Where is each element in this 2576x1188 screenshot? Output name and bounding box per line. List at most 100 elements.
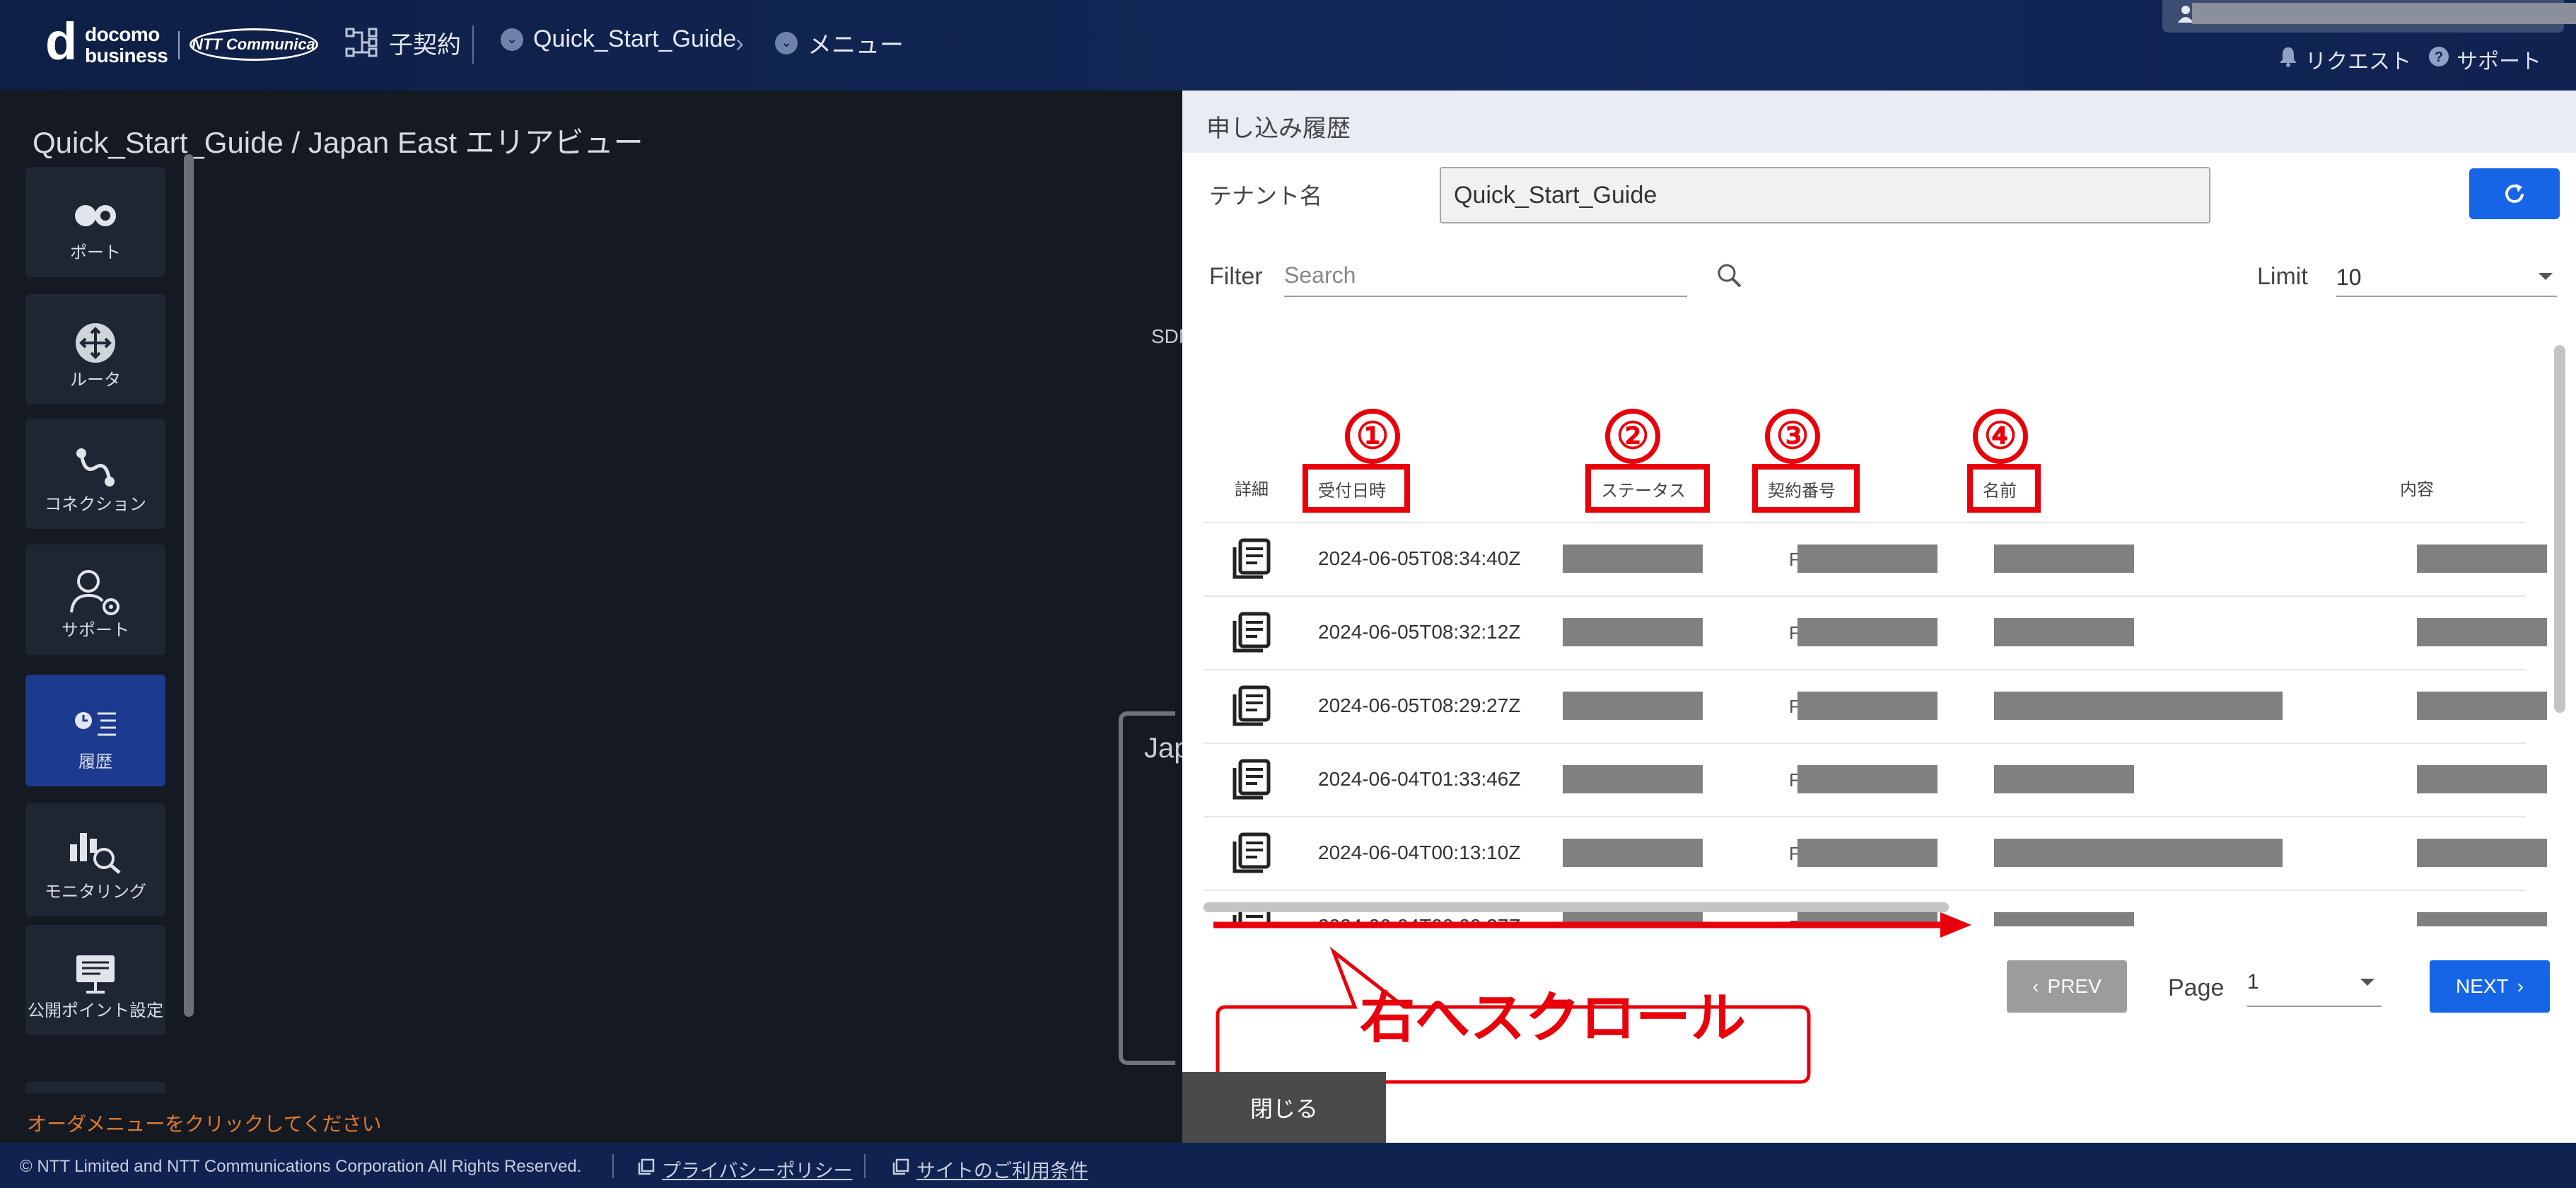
document-icon[interactable] [1230, 611, 1273, 653]
name-cell-masked [1994, 765, 2134, 793]
sidebar-item-label: サポート [62, 621, 129, 640]
copyright-text: © NTT Limited and NTT Communications Cor… [20, 1157, 582, 1176]
logo-line-1: docomo [85, 23, 160, 45]
received-at-cell: 2024-06-05T08:34:40Z [1318, 547, 1521, 569]
column-header-contract-no[interactable]: 契約番号 [1752, 464, 1860, 513]
public-point-icon [25, 949, 165, 998]
sidebar-item-router[interactable]: ルータ [25, 294, 165, 404]
footer: © NTT Limited and NTT Communications Cor… [0, 1143, 2576, 1188]
column-header-detail: 詳細 [1235, 480, 1269, 499]
content-cell-masked [2417, 544, 2547, 573]
port-icon [25, 191, 165, 240]
limit-label: Limit [2257, 263, 2308, 290]
bell-icon [2278, 46, 2298, 73]
footer-divider [612, 1154, 614, 1178]
table-row[interactable]: 2024-06-04T00:13:10Z F [1204, 817, 2547, 890]
close-button[interactable]: 閉じる [1182, 1072, 1386, 1143]
sidebar-item-public-point[interactable]: 公開ポイント設定 [25, 925, 165, 1035]
status-cell-masked [1563, 618, 1703, 646]
sidebar-item-history[interactable]: 履歴 [25, 675, 165, 786]
contract-label: 子契約 [389, 32, 461, 59]
sidebar: ポート ルータ コネクション サポート 履歴 モニタリング 公開ポイント設定 [25, 167, 167, 1093]
connection-icon [25, 443, 165, 492]
request-link[interactable]: リクエスト [2278, 44, 2411, 75]
filter-label: Filter [1209, 263, 1263, 290]
sidebar-scrollbar[interactable] [184, 154, 194, 1017]
support-user-icon [25, 569, 165, 618]
received-at-cell: 2024-06-04T00:13:10Z [1318, 842, 1521, 863]
document-icon[interactable] [1230, 832, 1273, 874]
contract-no-cell-masked [1797, 765, 1937, 793]
chevron-left-icon: ‹ [2032, 975, 2039, 997]
sidebar-item-label: モニタリング [45, 883, 146, 902]
column-header-status[interactable]: ステータス [1585, 464, 1710, 513]
content-cell-masked [2417, 692, 2547, 720]
contract-menu[interactable]: 子契約 [345, 25, 461, 60]
docomo-logo-mark: d [45, 12, 78, 71]
tenant-name-field[interactable]: Quick_Start_Guide [1440, 167, 2210, 223]
sidebar-item-connection[interactable]: コネクション [25, 419, 165, 529]
status-cell-masked [1563, 692, 1703, 720]
table-row[interactable]: 2024-06-04T01:33:46Z F [1204, 744, 2547, 816]
table-row[interactable]: 2024-06-05T08:32:12Z F [1204, 597, 2547, 669]
request-label: リクエスト [2305, 50, 2411, 74]
chevron-down-circle-icon: ⌄ [775, 31, 798, 54]
chevron-right-icon: › [2517, 975, 2524, 997]
breadcrumb-tenant[interactable]: ⌄ Quick_Start_Guide [501, 25, 736, 53]
chevron-down-circle-icon: ⌄ [501, 28, 523, 51]
prev-button[interactable]: ‹ PREV [2007, 960, 2127, 1013]
page-select[interactable]: 1 [2247, 960, 2382, 1007]
document-icon[interactable] [1230, 537, 1273, 580]
search-input[interactable] [1284, 255, 1687, 297]
document-icon[interactable] [1230, 685, 1273, 727]
table-vertical-scrollbar[interactable] [2554, 345, 2565, 713]
breadcrumb-menu[interactable]: ⌄ メニュー [775, 25, 904, 60]
content-cell-masked [2417, 618, 2547, 646]
history-icon [25, 699, 165, 748]
ntt-logo: NTT Communications [190, 28, 318, 61]
status-cell-masked [1563, 765, 1703, 793]
support-link[interactable]: ? サポート [2428, 44, 2541, 75]
privacy-policy-link[interactable]: プライバシーポリシー [638, 1155, 852, 1183]
search-icon[interactable] [1717, 263, 1742, 289]
sidebar-item-port[interactable]: ポート [25, 167, 165, 277]
table-row[interactable]: 2024-06-05T08:29:27Z F [1204, 670, 2547, 742]
help-circle-icon: ? [2428, 46, 2449, 73]
status-cell-masked [1563, 544, 1703, 573]
next-label: NEXT [2455, 975, 2509, 997]
external-link-icon [638, 1158, 655, 1180]
page-title: Quick_Start_Guide / Japan East エリアビュー [33, 126, 643, 159]
docomo-business-logo: docomo business [85, 24, 168, 66]
content-cell-masked [2417, 912, 2547, 926]
name-cell-masked [1994, 544, 2134, 573]
sidebar-item-more[interactable] [25, 1082, 165, 1093]
top-header: d docomo business NTT Communications 子契約… [0, 0, 2576, 91]
name-cell-masked [1994, 912, 2134, 926]
received-at-cell: 2024-06-05T08:32:12Z [1318, 621, 1521, 643]
sidebar-item-label: ポート [70, 243, 121, 262]
external-link-icon [892, 1158, 909, 1180]
received-at-cell: 2024-06-05T08:29:27Z [1318, 694, 1521, 716]
status-cell-masked [1563, 839, 1703, 867]
limit-select[interactable]: 10 [2336, 255, 2557, 297]
column-header-name[interactable]: 名前 [1967, 464, 2041, 513]
column-header-content: 内容 [2400, 480, 2434, 499]
next-button[interactable]: NEXT › [2430, 960, 2550, 1013]
sidebar-item-monitoring[interactable]: モニタリング [25, 803, 165, 916]
scroll-hint-callout: 右へスクロール [1359, 986, 1746, 1050]
footer-divider [864, 1154, 866, 1178]
contract-no-cell-masked [1797, 692, 1937, 720]
document-icon[interactable] [1230, 758, 1273, 800]
annotation-mark-4: ④ [1973, 409, 2028, 464]
sidebar-item-support[interactable]: サポート [25, 544, 165, 655]
history-table: ① ② ③ ④ 詳細 受付日時 ステータス 契約番号 名前 内容 2024-06… [1204, 345, 2547, 926]
content-cell-masked [2417, 839, 2547, 867]
table-row[interactable]: 2024-06-05T08:34:40Z F [1204, 523, 2547, 595]
user-account-box[interactable] [2162, 0, 2576, 33]
region-box[interactable] [1119, 711, 1175, 1065]
terms-of-use-link[interactable]: サイトのご利用条件 [892, 1155, 1088, 1183]
column-header-received-at[interactable]: 受付日時 [1302, 464, 1410, 513]
order-history-dialog: 申し込み履歴 テナント名 Quick_Start_Guide Filter Li… [1182, 91, 2576, 1143]
refresh-button[interactable] [2469, 168, 2560, 219]
page-label: Page [2168, 974, 2225, 1001]
